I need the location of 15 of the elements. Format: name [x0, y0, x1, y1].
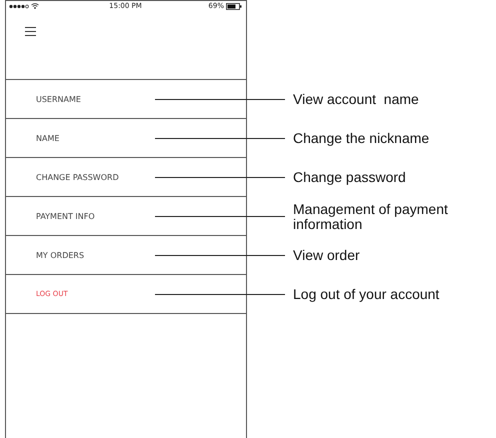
wifi-icon: [31, 3, 39, 9]
annotation-text: Change the nickname: [293, 131, 430, 146]
menu-item[interactable]: CHANGE PASSWORD: [36, 172, 119, 182]
menu-item[interactable]: NAME: [36, 134, 60, 142]
signal-icon: [9, 4, 29, 8]
annotation-text: View order: [293, 248, 360, 263]
menu-icon[interactable]: [25, 27, 36, 36]
annotation-text: View account name: [293, 92, 419, 107]
menu-item[interactable]: PAYMENT INFO: [36, 212, 95, 220]
menu-item[interactable]: USERNAME: [36, 94, 81, 104]
menu-item[interactable]: MY ORDERS: [36, 250, 84, 260]
annotation-text: Log out of your account: [293, 287, 440, 302]
battery-icon: [226, 2, 242, 10]
annotation-text: Management of payment information: [293, 202, 449, 232]
annotation-text: Change password: [293, 170, 406, 185]
